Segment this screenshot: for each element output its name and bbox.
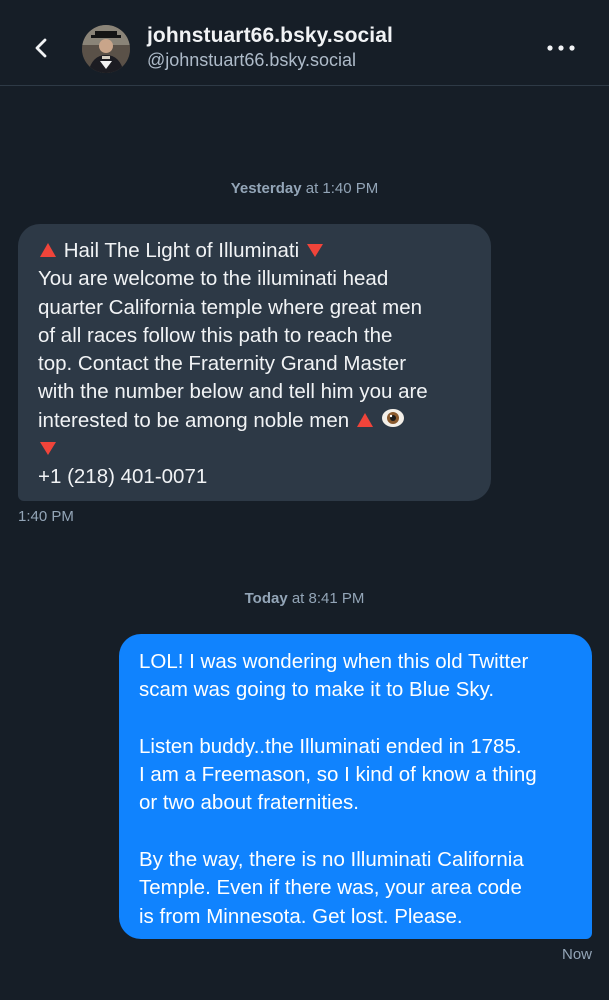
- incoming-message-bubble[interactable]: Hail The Light of Illuminati You are wel…: [18, 224, 491, 501]
- message-text: interested to be among noble men: [38, 408, 355, 432]
- message-text: Hail The Light of Illuminati: [58, 239, 305, 262]
- message-line: is from Minnesota. Get lost. Please.: [139, 904, 463, 928]
- more-options-button[interactable]: [540, 34, 582, 62]
- message-timestamp: 1:40 PM: [18, 508, 74, 525]
- conversation-title: johnstuart66.bsky.social: [147, 24, 393, 47]
- message-line: top. Contact the Fraternity Grand Master: [38, 352, 407, 376]
- red-triangle-down-emoji: [306, 244, 323, 257]
- message-line: By the way, there is no Illuminati Calif…: [139, 848, 524, 872]
- outgoing-message-bubble[interactable]: LOL! I was wondering when this old Twitt…: [119, 634, 592, 939]
- message-line: LOL! I was wondering when this old Twitt…: [139, 650, 529, 673]
- message-line: Hail The Light of Illuminati: [38, 237, 477, 265]
- back-button[interactable]: [26, 33, 56, 63]
- avatar-image: [82, 25, 130, 73]
- message-line: scam was going to make it to Blue Sky.: [139, 678, 495, 702]
- message-line: I am a Freemason, so I kind of know a th…: [139, 763, 537, 787]
- message-line: with the number below and tell him you a…: [38, 380, 428, 404]
- conversation-header: johnstuart66.bsky.social @johnstuart66.b…: [0, 0, 609, 86]
- date-separator-day: Yesterday: [230, 180, 302, 197]
- message-line: interested to be among noble men: [38, 407, 477, 435]
- message-line: +1 (218) 401-0071: [38, 465, 208, 489]
- message-line: quarter California temple where great me…: [38, 295, 422, 319]
- date-separator-day: Today: [244, 590, 288, 607]
- avatar[interactable]: [82, 25, 130, 73]
- red-triangle-up-emoji: [356, 412, 373, 427]
- eye-emoji: [381, 408, 404, 427]
- message-line: Listen buddy..the Illuminati ended in 17…: [139, 734, 522, 758]
- date-separator: Yesterday at 1:40 PM: [0, 180, 609, 197]
- red-triangle-down-emoji: [40, 442, 56, 456]
- message-line: Temple. Even if there was, your area cod…: [139, 876, 522, 900]
- chevron-left-icon: [35, 38, 47, 58]
- red-triangle-up-emoji: [40, 243, 56, 257]
- message-line: You are welcome to the illuminati head: [38, 267, 389, 291]
- message-timestamp: Now: [561, 946, 592, 963]
- date-separator-time: at 1:40 PM: [305, 180, 379, 197]
- ellipsis-icon: [547, 45, 575, 51]
- message-line: [38, 435, 477, 463]
- message-line: of all races follow this path to reach t…: [38, 323, 393, 347]
- message-line: or two about fraternities.: [139, 791, 359, 815]
- date-separator: Today at 8:41 PM: [0, 590, 609, 607]
- conversation-handle: @johnstuart66.bsky.social: [147, 50, 357, 70]
- date-separator-time: at 8:41 PM: [291, 590, 365, 607]
